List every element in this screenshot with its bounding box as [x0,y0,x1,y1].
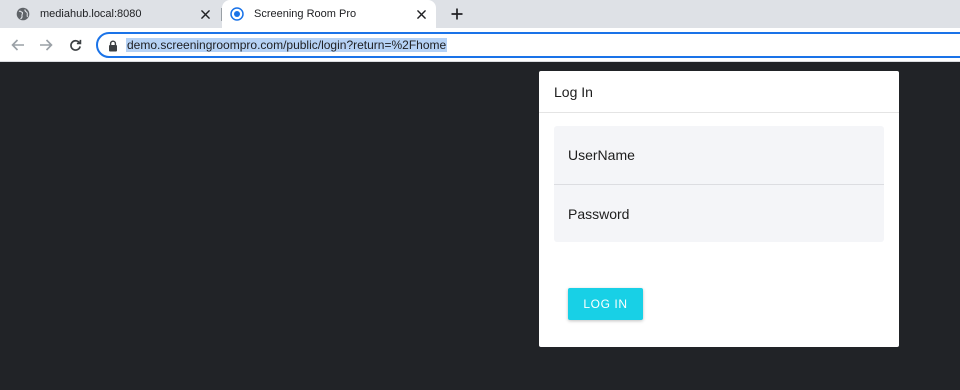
login-fields [554,126,884,242]
url-text: demo.screeningroompro.com/public/login?r… [126,38,448,52]
password-input[interactable] [568,205,868,222]
tab-strip: mediahub.local:8080 Screening Room Pro [0,0,960,28]
login-card: Log In LOG IN [539,71,899,347]
close-tab-icon[interactable] [196,5,214,23]
password-row [554,184,884,242]
login-title: Log In [554,83,593,100]
login-button[interactable]: LOG IN [568,288,643,320]
username-row [554,126,884,184]
tab-mediahub[interactable]: mediahub.local:8080 [8,0,220,28]
browser-toolbar: demo.screeningroompro.com/public/login?r… [0,28,960,62]
card-header: Log In [539,71,899,113]
back-arrow-icon[interactable] [8,35,28,55]
tab-title: mediahub.local:8080 [40,8,142,20]
forward-arrow-icon[interactable] [36,35,56,55]
address-bar[interactable]: demo.screeningroompro.com/public/login?r… [96,32,960,58]
username-input[interactable] [568,147,868,163]
lock-icon [109,40,117,52]
tab-title: Screening Room Pro [254,8,357,20]
tab-screening-room-pro[interactable]: Screening Room Pro [222,0,436,28]
reload-icon[interactable] [65,35,85,55]
new-tab-plus-icon[interactable] [447,4,467,24]
globe-icon [16,7,30,21]
close-tab-icon[interactable] [412,5,430,23]
radio-favicon-icon [230,7,244,21]
